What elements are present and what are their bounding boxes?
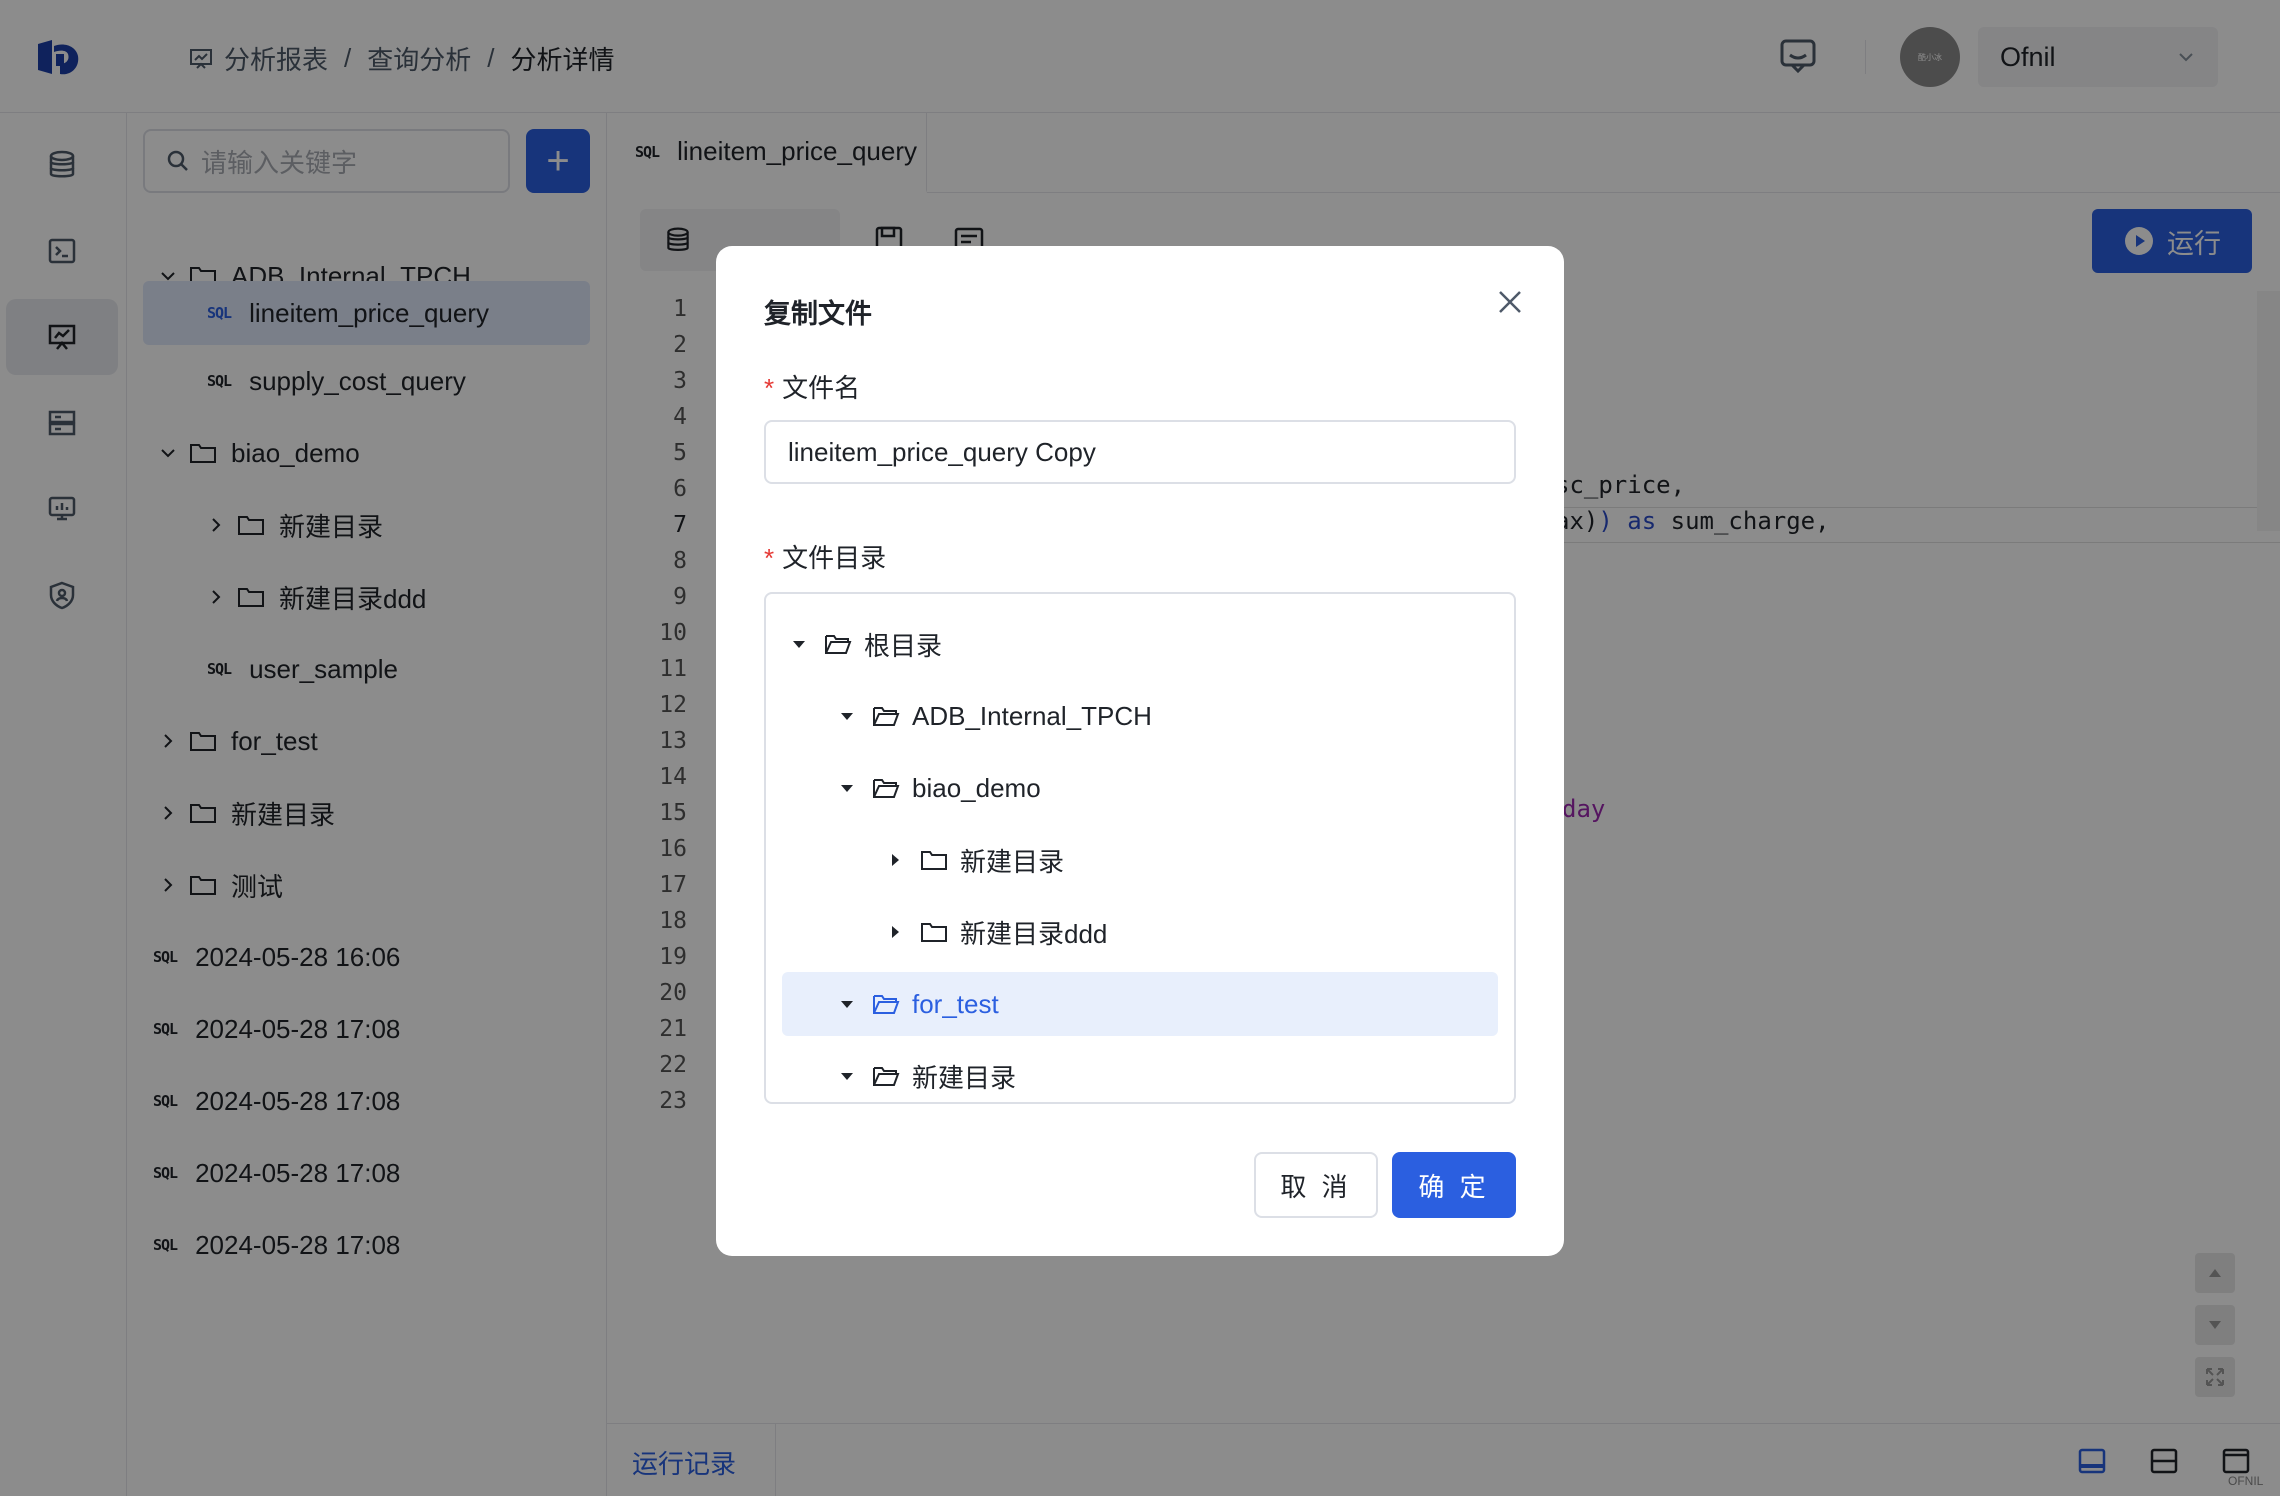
file-dir-label: * 文件目录 [764,538,886,575]
dialog-title: 复制文件 [764,299,872,329]
dir-node-label: 根目录 [864,630,943,661]
dir-node-label: for_test [912,988,999,1019]
caret-down-icon [841,785,853,792]
cancel-button[interactable]: 取 消 [1254,1152,1378,1218]
dir-node-label: 新建目录 [960,846,1065,877]
dir-node-label: biao_demo [912,772,1041,803]
dir-node-biao[interactable]: biao_demo [782,756,1498,820]
confirm-button[interactable]: 确 定 [1392,1152,1516,1218]
dir-node-new[interactable]: 新建目录 [782,828,1498,892]
folder-open-icon [873,707,900,726]
label-text: 文件目录 [782,543,887,573]
required-mark: * [764,543,775,573]
required-mark: * [764,373,775,403]
folder-open-icon [873,779,900,798]
dir-node-root[interactable]: 根目录 [782,612,1498,676]
folder-icon [921,851,947,870]
folder-open-icon [873,1067,900,1086]
caret-down-icon [841,1073,853,1080]
directory-tree[interactable]: 根目录 ADB_Internal_TPCH biao_demo 新建目录 新建目… [764,592,1516,1104]
caret-right-icon [892,854,899,866]
folder-open-icon [873,995,900,1014]
dir-node-adb[interactable]: ADB_Internal_TPCH [782,684,1498,748]
dir-node-for-test[interactable]: for_test [782,972,1498,1036]
dir-node-label: 新建目录ddd [960,918,1108,949]
file-name-label: * 文件名 [764,368,860,405]
dir-node-label: 新建目录 [912,1062,1017,1093]
dir-node-new-root[interactable]: 新建目录 [782,1044,1498,1102]
close-icon[interactable] [1494,286,1526,318]
caret-down-icon [793,641,805,648]
folder-icon [921,923,947,942]
dir-node-newddd[interactable]: 新建目录ddd [782,900,1498,964]
caret-down-icon [841,713,853,720]
caret-down-icon [841,1001,853,1008]
folder-open-icon [825,635,852,654]
label-text: 文件名 [782,373,861,403]
caret-right-icon [892,926,899,938]
file-name-input[interactable]: lineitem_price_query Copy [764,420,1516,484]
dir-node-label: ADB_Internal_TPCH [912,700,1152,731]
copy-file-dialog: 复制文件 * 文件名 lineitem_price_query Copy * 文件目… [716,246,1564,1256]
